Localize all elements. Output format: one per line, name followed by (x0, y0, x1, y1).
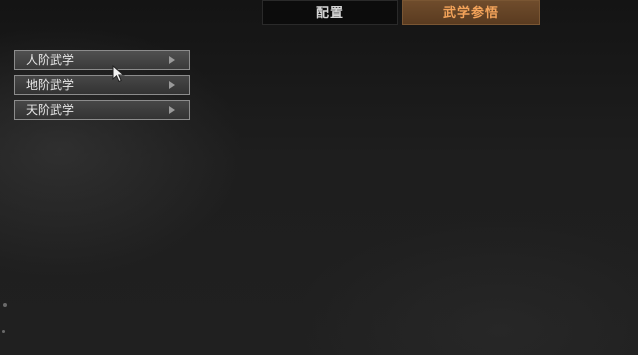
martial-arts-tier-menu: 人阶武学 地阶武学 天阶武学 (14, 50, 190, 125)
menu-item-label: 地阶武学 (26, 78, 75, 92)
background-speck (2, 330, 5, 333)
menu-item-human-tier[interactable]: 人阶武学 (14, 50, 190, 70)
menu-item-label: 天阶武学 (26, 103, 75, 117)
tab-config[interactable]: 配置 (262, 0, 398, 25)
tab-martial-arts-comprehension[interactable]: 武学参悟 (402, 0, 540, 25)
background-speck (3, 303, 7, 307)
menu-item-label: 人阶武学 (26, 53, 75, 67)
chevron-right-icon (169, 106, 175, 114)
chevron-right-icon (169, 56, 175, 64)
game-screen: 配置 武学参悟 人阶武学 地阶武学 天阶武学 (0, 0, 638, 355)
top-tab-bar: 配置 武学参悟 (262, 0, 540, 26)
menu-item-earth-tier[interactable]: 地阶武学 (14, 75, 190, 95)
menu-item-heaven-tier[interactable]: 天阶武学 (14, 100, 190, 120)
chevron-right-icon (169, 81, 175, 89)
mouse-pointer-icon (112, 65, 125, 83)
